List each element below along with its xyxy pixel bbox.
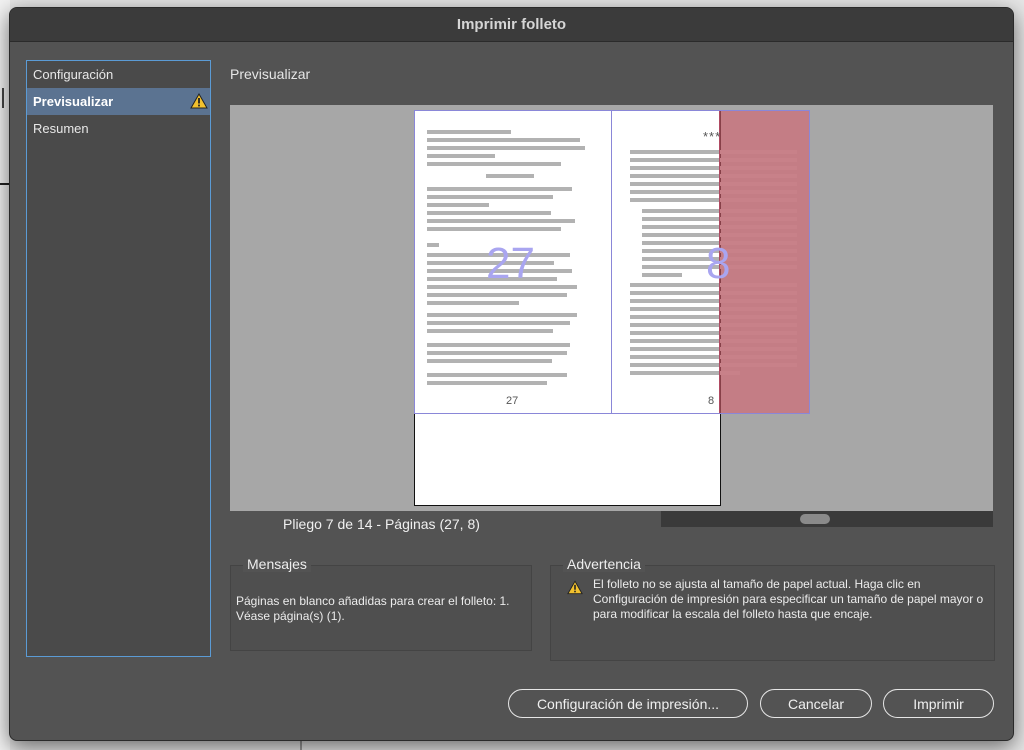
sidebar-item-resumen[interactable]: Resumen (27, 115, 210, 142)
left-page-folio: 27 (506, 395, 519, 407)
messages-label: Mensajes (243, 556, 311, 572)
right-page-number: 8 (706, 239, 731, 288)
print-booklet-dialog: Imprimir folleto Configuración Previsual… (9, 7, 1014, 741)
scrollbar-thumb[interactable] (800, 514, 830, 524)
sidebar-item-configuracion[interactable]: Configuración (27, 61, 210, 88)
booklet-preview: *** 27 8 27 8 (230, 105, 993, 511)
preview-scrollbar[interactable] (661, 511, 993, 527)
left-page-number: 27 (486, 239, 535, 288)
page-ornament: *** (703, 129, 722, 144)
sidebar-item-label: Previsualizar (33, 94, 114, 109)
sidebar-item-previsualizar[interactable]: Previsualizar (27, 88, 210, 115)
spread-spine (611, 110, 612, 414)
dialog-titlebar[interactable]: Imprimir folleto (10, 8, 1013, 42)
spread-info: Pliego 7 de 14 - Páginas (27, 8) (283, 516, 480, 532)
messages-text: Páginas en blanco añadidas para crear el… (236, 594, 510, 623)
warning-text: El folleto no se ajusta al tamaño de pap… (593, 577, 984, 621)
sidebar-item-label: Configuración (33, 67, 114, 82)
print-setup-button[interactable]: Configuración de impresión... (508, 689, 748, 718)
right-page-folio: 8 (708, 395, 715, 407)
sidebar: Configuración Previsualizar Resumen (26, 60, 211, 657)
warning-label: Advertencia (563, 556, 645, 572)
background-mark (2, 88, 4, 108)
sidebar-item-label: Resumen (33, 121, 89, 136)
dialog-title: Imprimir folleto (456, 16, 567, 33)
spread-frame (414, 110, 810, 414)
print-button[interactable]: Imprimir (883, 689, 994, 718)
cancel-button[interactable]: Cancelar (760, 689, 872, 718)
section-title: Previsualizar (230, 66, 311, 82)
warning-triangle-icon (567, 580, 583, 600)
warning-triangle-icon (190, 91, 208, 118)
